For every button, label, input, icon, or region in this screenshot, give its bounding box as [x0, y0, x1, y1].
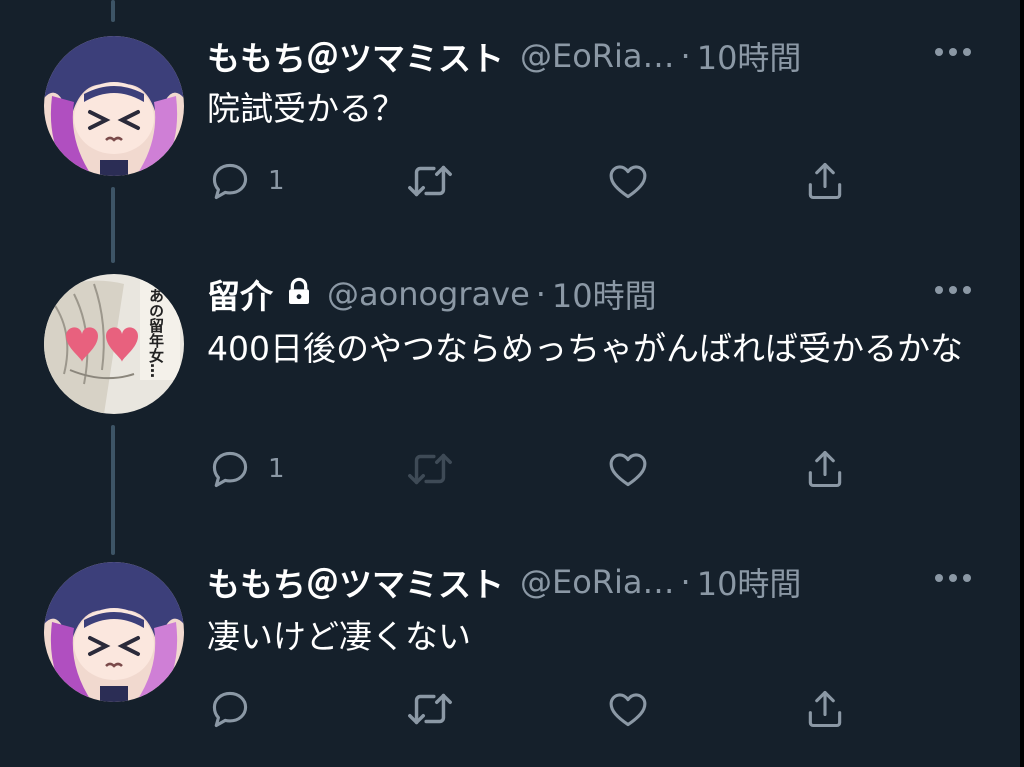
- reply-button[interactable]: 1: [208, 444, 285, 494]
- handle[interactable]: @aonograve: [327, 275, 530, 313]
- tweet-text: 400日後のやつならめっちゃがんばれば受かるかな: [207, 329, 963, 368]
- reply-icon: [212, 691, 248, 728]
- retweet-icon: [408, 693, 452, 725]
- retweet-icon: [408, 165, 452, 197]
- action-bar: [0, 684, 1020, 734]
- retweet-button-disabled: [405, 444, 455, 494]
- handle[interactable]: @EoRia…: [520, 37, 675, 75]
- share-button[interactable]: [803, 444, 847, 494]
- separator: ·: [680, 37, 691, 75]
- display-name[interactable]: ももち＠ツマミスト: [207, 32, 504, 80]
- share-icon: [808, 162, 842, 200]
- share-icon: [808, 450, 842, 488]
- reply-count: 1: [268, 454, 285, 484]
- reply-count: 1: [268, 166, 285, 196]
- tweet[interactable]: ももち＠ツマミスト @EoRia… · 10時間 凄いけど凄くない: [0, 558, 1020, 748]
- more-options-icon[interactable]: [935, 48, 971, 56]
- tweet-header: 留介 @aonograve · 10時間: [207, 272, 987, 316]
- avatar[interactable]: [44, 36, 184, 176]
- reply-button[interactable]: 1: [208, 156, 285, 206]
- share-button[interactable]: [803, 684, 847, 734]
- like-button[interactable]: [606, 684, 650, 734]
- timestamp[interactable]: 10時間: [697, 559, 802, 605]
- display-name[interactable]: 留介: [207, 270, 273, 318]
- timeline: ももち＠ツマミスト @EoRia… · 10時間 院試受かる？ 1 あの留年女……: [0, 0, 1024, 767]
- avatar[interactable]: あの留年女…: [44, 274, 184, 414]
- more-options-icon[interactable]: [935, 286, 971, 294]
- separator: ·: [680, 563, 691, 601]
- tweet-header: ももち＠ツマミスト @EoRia… · 10時間: [207, 560, 987, 604]
- tweet-header: ももち＠ツマミスト @EoRia… · 10時間: [207, 34, 987, 78]
- tweet[interactable]: あの留年女… 留介 @aonograve · 10時間 400日後のやつならめっ…: [0, 270, 1020, 540]
- retweet-button[interactable]: [405, 156, 455, 206]
- heart-icon: [609, 693, 647, 727]
- like-button[interactable]: [606, 156, 650, 206]
- tweet[interactable]: ももち＠ツマミスト @EoRia… · 10時間 院試受かる？ 1: [0, 32, 1020, 212]
- action-bar: 1: [0, 444, 1020, 494]
- retweet-icon: [408, 453, 452, 485]
- reply-icon: [212, 163, 248, 200]
- like-button[interactable]: [606, 444, 650, 494]
- reply-button[interactable]: [208, 684, 268, 734]
- display-name[interactable]: ももち＠ツマミスト: [207, 558, 504, 606]
- share-button[interactable]: [803, 156, 847, 206]
- heart-icon: [609, 165, 647, 199]
- avatar-manga-text: あの留年女…: [147, 288, 165, 378]
- lock-icon: [283, 276, 315, 312]
- tweet-text: 凄いけど凄くない: [207, 617, 471, 656]
- avatar[interactable]: [44, 562, 184, 702]
- screen-edge: [1020, 0, 1024, 767]
- action-bar: 1: [0, 156, 1020, 206]
- thread-line: [111, 0, 115, 22]
- tweet-text: 院試受かる？: [207, 89, 405, 128]
- handle[interactable]: @EoRia…: [520, 563, 675, 601]
- share-icon: [808, 690, 842, 728]
- heart-icon: [609, 453, 647, 487]
- timestamp[interactable]: 10時間: [552, 271, 657, 317]
- timestamp[interactable]: 10時間: [697, 33, 802, 79]
- separator: ·: [535, 275, 546, 313]
- retweet-button[interactable]: [405, 684, 455, 734]
- more-options-icon[interactable]: [935, 574, 971, 582]
- reply-icon: [212, 451, 248, 488]
